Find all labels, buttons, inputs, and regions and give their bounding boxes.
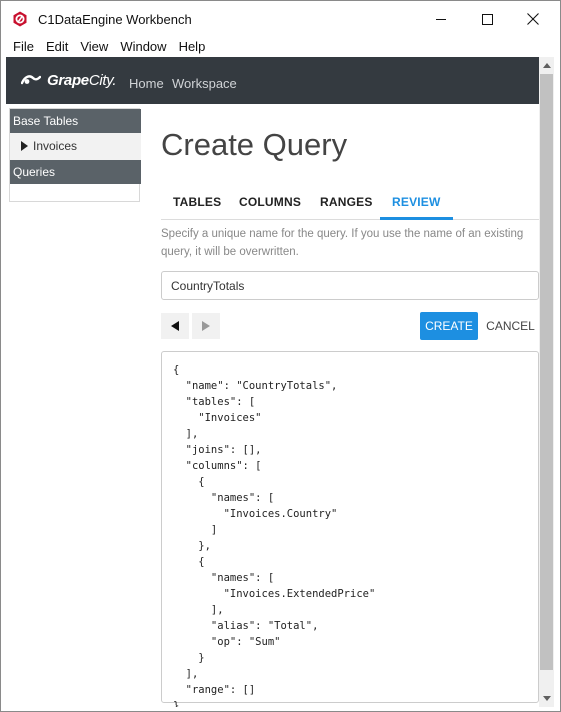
page-title: Create Query [161, 127, 348, 162]
query-json-preview: { "name": "CountryTotals", "tables": [ "… [161, 351, 539, 707]
tab-ranges[interactable]: RANGES [308, 185, 385, 220]
menu-window[interactable]: Window [114, 37, 172, 57]
expand-triangle-icon [21, 141, 28, 151]
close-icon [527, 13, 539, 25]
menu-help[interactable]: Help [173, 37, 212, 57]
chevron-down-icon [542, 696, 551, 701]
window-title: C1DataEngine Workbench [38, 12, 192, 27]
sidebar-base-tables-header[interactable]: Base Tables [10, 109, 141, 133]
chevron-up-icon [542, 63, 551, 68]
app-window: C1DataEngine Workbench File Edit View Wi… [0, 0, 561, 712]
tab-columns[interactable]: COLUMNS [227, 185, 313, 220]
scrollbar-thumb[interactable] [540, 74, 553, 670]
menu-edit[interactable]: Edit [40, 37, 74, 57]
c1-app-icon [13, 11, 27, 27]
scroll-up-button[interactable] [539, 57, 554, 74]
create-button[interactable]: CREATE [420, 312, 478, 340]
close-button[interactable] [510, 1, 556, 37]
title-bar: C1DataEngine Workbench [1, 1, 560, 37]
menu-view[interactable]: View [74, 37, 114, 57]
vertical-scrollbar[interactable] [539, 57, 554, 707]
next-step-button[interactable] [192, 313, 220, 339]
sidebar-item-label: Invoices [33, 139, 78, 153]
app-content: GrapeCity. Home Workspace Base Tables In… [6, 57, 539, 707]
maximize-button[interactable] [464, 1, 510, 37]
query-name-hint: Specify a unique name for the query. If … [161, 228, 524, 258]
previous-step-button[interactable] [161, 313, 189, 339]
nav-workspace-link[interactable]: Workspace [172, 76, 237, 91]
scroll-down-button[interactable] [539, 690, 554, 707]
arrow-left-icon [171, 321, 179, 331]
sidebar-item-invoices[interactable]: Invoices [10, 133, 141, 160]
nav-home-link[interactable]: Home [129, 76, 164, 91]
sidebar-queries-header[interactable]: Queries [10, 160, 141, 184]
minimize-button[interactable] [418, 1, 464, 37]
grapecity-logo[interactable]: GrapeCity. [21, 70, 117, 90]
query-json-text: { "name": "CountryTotals", "tables": [ "… [173, 364, 376, 707]
tab-tables[interactable]: TABLES [161, 185, 233, 220]
sidebar: Base Tables Invoices Queries [9, 108, 141, 202]
grapecity-logo-icon [21, 75, 41, 85]
query-name-input[interactable] [161, 271, 539, 300]
menu-bar: File Edit View Window Help [1, 37, 560, 57]
arrow-right-icon [202, 321, 210, 331]
cancel-button[interactable]: CANCEL [482, 312, 539, 340]
query-tabs: TABLES COLUMNS RANGES REVIEW [161, 185, 539, 220]
tab-review[interactable]: REVIEW [380, 185, 453, 220]
top-navbar: GrapeCity. Home Workspace [6, 57, 539, 104]
minimize-icon [435, 18, 446, 20]
maximize-icon [481, 13, 493, 25]
logo-text: GrapeCity. [47, 71, 117, 89]
menu-file[interactable]: File [7, 37, 40, 57]
